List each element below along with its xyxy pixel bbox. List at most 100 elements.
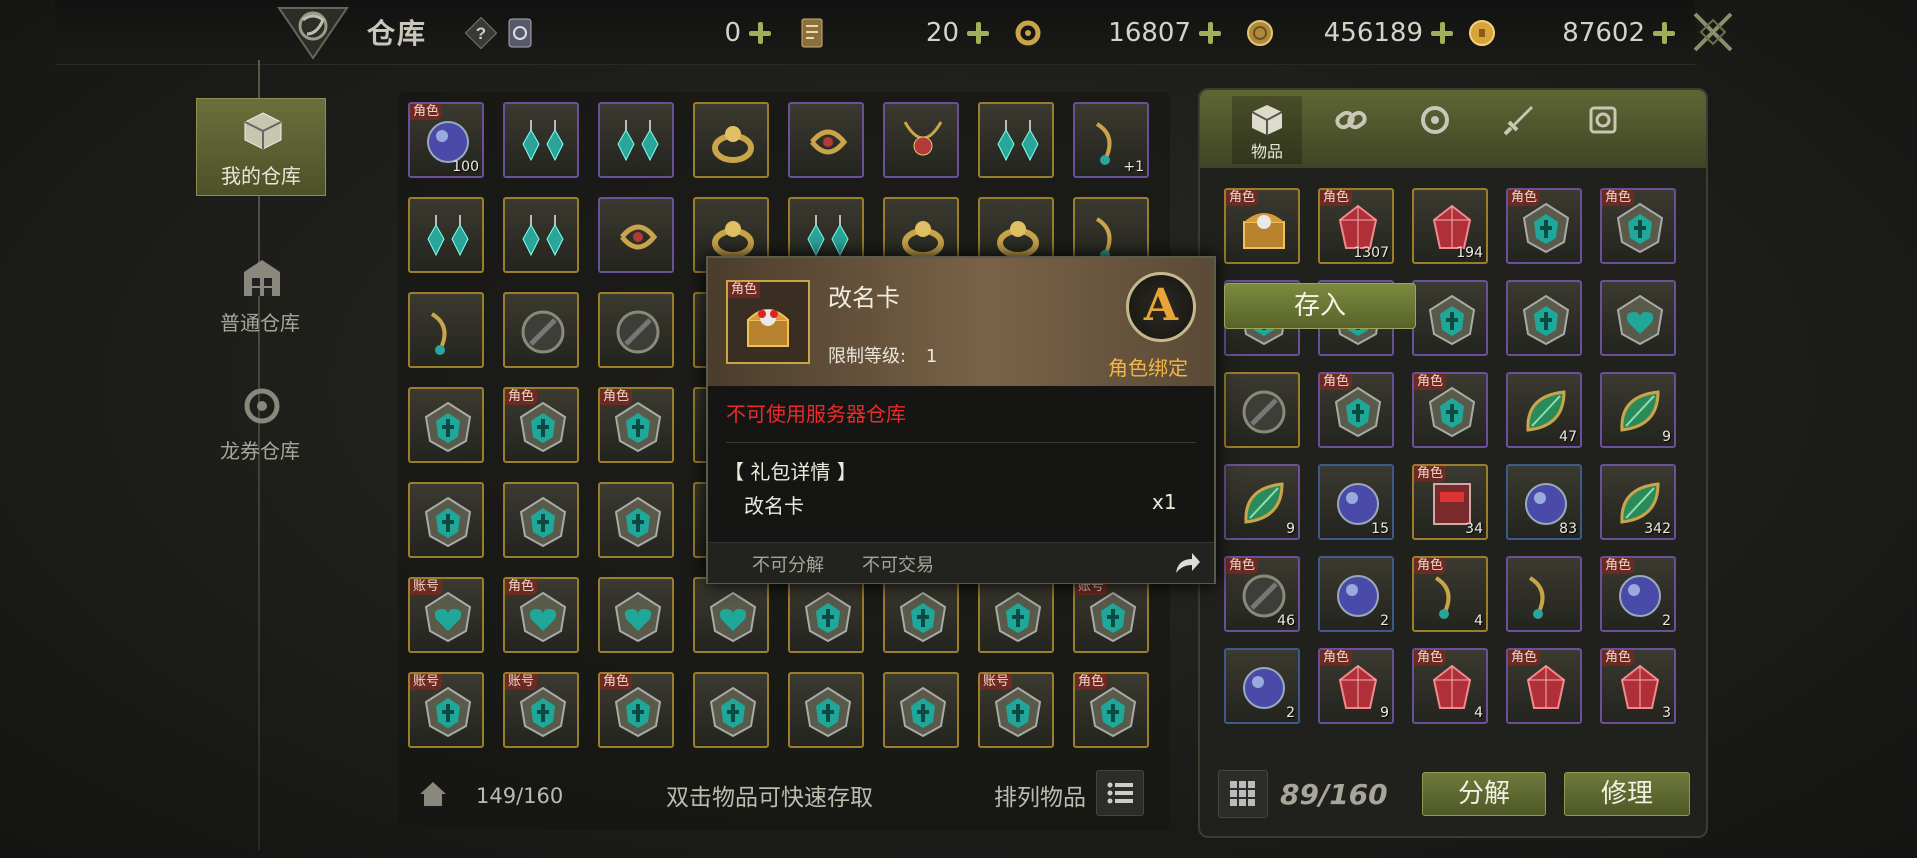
item-count: 2	[1286, 705, 1295, 721]
item-slot[interactable]	[408, 482, 484, 558]
card-icon	[801, 18, 823, 48]
add-ticket-button[interactable]	[747, 20, 773, 46]
item-slot[interactable]: 角色	[1506, 648, 1582, 724]
item-slot[interactable]	[1412, 280, 1488, 356]
item-slot[interactable]: 角色	[1412, 372, 1488, 448]
inventory-grid-view-button[interactable]	[1218, 770, 1268, 818]
item-slot[interactable]	[408, 292, 484, 368]
inventory-capacity: 89/160	[1280, 778, 1388, 811]
add-card-button[interactable]	[965, 20, 991, 46]
item-slot[interactable]: 83	[1506, 464, 1582, 540]
item-slot[interactable]: 账号	[978, 672, 1054, 748]
item-slot[interactable]	[978, 577, 1054, 653]
item-slot[interactable]	[598, 577, 674, 653]
repair-button[interactable]: 修理	[1564, 772, 1690, 816]
item-slot[interactable]: 账号	[1073, 577, 1149, 653]
deposit-button[interactable]: 存入	[1224, 283, 1416, 329]
item-slot[interactable]: 角色	[1600, 188, 1676, 264]
bind-tag: 角色	[600, 389, 633, 405]
item-slot[interactable]	[503, 482, 579, 558]
add-gold-button[interactable]	[1651, 20, 1677, 46]
item-slot[interactable]: 342	[1600, 464, 1676, 540]
item-slot[interactable]: 账号	[408, 672, 484, 748]
tab-coupon[interactable]	[1400, 96, 1470, 164]
item-slot[interactable]: 194	[1412, 188, 1488, 264]
item-slot[interactable]	[883, 577, 959, 653]
item-slot[interactable]: 角色 34	[1412, 464, 1488, 540]
item-slot[interactable]: 15	[1318, 464, 1394, 540]
item-slot[interactable]	[693, 672, 769, 748]
add-silver-button[interactable]	[1429, 20, 1455, 46]
item-slot[interactable]: 角色 1307	[1318, 188, 1394, 264]
item-count: 46	[1277, 613, 1295, 629]
disc-icon	[616, 310, 660, 354]
chest-icon	[1243, 213, 1285, 249]
item-slot[interactable]	[503, 102, 579, 178]
item-slot[interactable]: 角色	[503, 387, 579, 463]
item-slot[interactable]: 9	[1600, 372, 1676, 448]
tab-items[interactable]: 物品	[1232, 96, 1302, 164]
item-slot[interactable]	[408, 197, 484, 273]
sort-items-button[interactable]	[1096, 770, 1144, 816]
item-slot[interactable]: 角色	[1224, 188, 1300, 264]
item-slot[interactable]	[693, 102, 769, 178]
item-slot[interactable]: 角色	[1318, 372, 1394, 448]
item-slot[interactable]	[693, 577, 769, 653]
sidebar-item-normal-warehouse[interactable]: 普通仓库	[196, 246, 324, 342]
sidebar-item-dragon-warehouse[interactable]: 龙券仓库	[196, 374, 324, 470]
item-slot[interactable]: 角色	[1506, 188, 1582, 264]
item-slot[interactable]: 角色	[1073, 672, 1149, 748]
share-icon[interactable]	[1174, 551, 1202, 575]
warehouse-icon	[244, 260, 280, 296]
item-slot[interactable]	[1224, 372, 1300, 448]
item-slot[interactable]: +1	[1073, 102, 1149, 178]
item-count: 9	[1662, 429, 1671, 445]
item-slot[interactable]	[503, 292, 579, 368]
tab-scrolls[interactable]	[1568, 96, 1638, 164]
item-slot[interactable]: 角色 4	[1412, 648, 1488, 724]
item-slot[interactable]: 角色 100	[408, 102, 484, 178]
tab-weapons[interactable]	[1484, 96, 1554, 164]
item-slot[interactable]	[788, 577, 864, 653]
silver-coin-icon	[1247, 20, 1273, 46]
item-slot[interactable]	[408, 387, 484, 463]
decompose-button[interactable]: 分解	[1422, 772, 1546, 816]
item-slot[interactable]: 角色 2	[1600, 556, 1676, 632]
item-slot[interactable]: 角色 9	[1318, 648, 1394, 724]
item-slot[interactable]: 角色	[598, 387, 674, 463]
item-slot[interactable]: 账号	[503, 672, 579, 748]
item-slot[interactable]	[978, 102, 1054, 178]
heart-icon	[614, 591, 662, 643]
add-coupon-button[interactable]	[1197, 20, 1223, 46]
sidebar-item-my-warehouse[interactable]: 我的仓库	[196, 98, 326, 196]
item-slot[interactable]	[598, 482, 674, 558]
item-slot[interactable]	[598, 102, 674, 178]
tab-link[interactable]	[1316, 96, 1386, 164]
close-icon[interactable]	[1691, 10, 1735, 54]
item-slot[interactable]: 角色 46	[1224, 556, 1300, 632]
item-slot[interactable]: 2	[1224, 648, 1300, 724]
item-slot[interactable]: 角色	[503, 577, 579, 653]
item-slot[interactable]: 47	[1506, 372, 1582, 448]
item-slot[interactable]: 角色 3	[1600, 648, 1676, 724]
gem-icon	[1620, 664, 1660, 709]
item-slot[interactable]: 角色 4	[1412, 556, 1488, 632]
bind-tag: 角色	[1320, 374, 1353, 390]
item-slot[interactable]	[883, 672, 959, 748]
item-slot[interactable]: 9	[1224, 464, 1300, 540]
item-slot[interactable]	[598, 292, 674, 368]
item-slot[interactable]	[883, 102, 959, 178]
item-slot[interactable]	[788, 672, 864, 748]
bind-tag: 角色	[1075, 674, 1108, 690]
item-slot[interactable]: 角色	[598, 672, 674, 748]
item-slot[interactable]: 账号	[408, 577, 484, 653]
item-slot[interactable]	[1506, 556, 1582, 632]
item-slot[interactable]	[503, 197, 579, 273]
divider	[726, 442, 1196, 443]
item-slot[interactable]	[1506, 280, 1582, 356]
item-slot[interactable]	[1600, 280, 1676, 356]
item-slot[interactable]	[788, 102, 864, 178]
item-slot[interactable]	[598, 197, 674, 273]
item-slot[interactable]: 2	[1318, 556, 1394, 632]
help-button[interactable]: ?	[465, 14, 497, 52]
